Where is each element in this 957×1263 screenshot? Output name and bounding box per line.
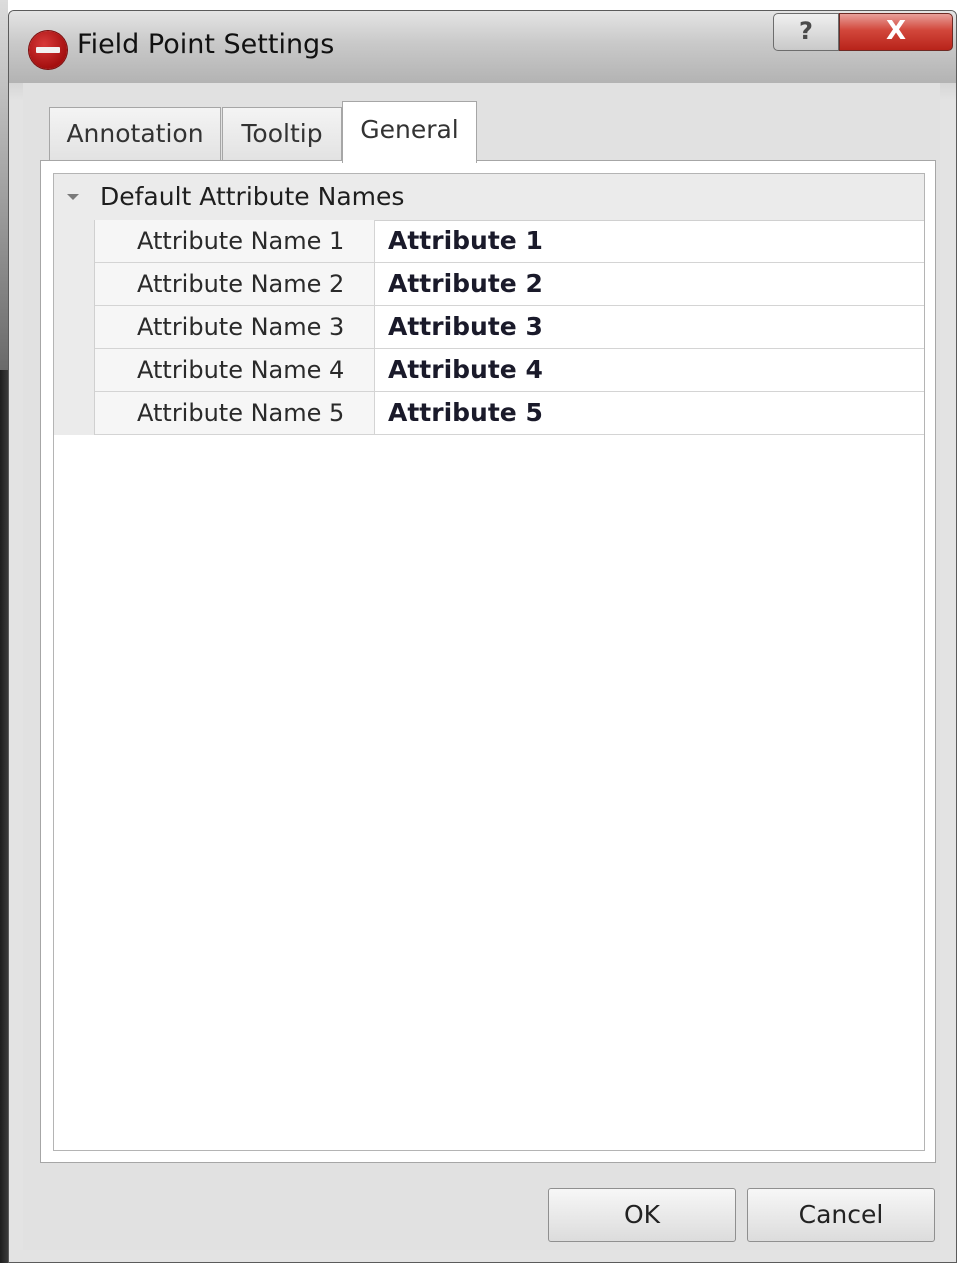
cancel-button[interactable]: Cancel — [747, 1188, 935, 1242]
close-icon: X — [885, 16, 907, 46]
property-value[interactable]: Attribute 4 — [376, 349, 924, 391]
window-frame-edge — [0, 0, 8, 370]
title-bar[interactable]: Field Point Settings ? X — [9, 11, 956, 83]
property-grid: Default Attribute Names Attribute Name 1… — [53, 173, 925, 1151]
help-button[interactable]: ? — [773, 13, 839, 51]
property-row[interactable]: Attribute Name 5 Attribute 5 — [95, 392, 924, 435]
grid-indent-column — [54, 220, 95, 435]
category-label: Default Attribute Names — [100, 182, 405, 211]
property-value[interactable]: Attribute 3 — [376, 306, 924, 348]
field-point-settings-dialog: Field Point Settings ? X Annotation Tool… — [8, 10, 957, 1263]
hilti-logo-icon — [29, 31, 67, 69]
tab-annotation[interactable]: Annotation — [49, 107, 221, 161]
category-row[interactable]: Default Attribute Names — [54, 174, 924, 221]
ok-button[interactable]: OK — [548, 1188, 736, 1242]
property-name: Attribute Name 4 — [95, 349, 375, 391]
window-frame-edge — [0, 370, 8, 1263]
property-name: Attribute Name 5 — [95, 392, 375, 434]
dialog-body: Annotation Tooltip General Default Attri… — [23, 83, 940, 1250]
tab-panel-general: Default Attribute Names Attribute Name 1… — [40, 160, 936, 1163]
window-title: Field Point Settings — [77, 29, 335, 60]
property-name: Attribute Name 2 — [95, 263, 375, 305]
tab-tooltip[interactable]: Tooltip — [222, 107, 342, 161]
help-icon: ? — [799, 17, 813, 45]
property-row[interactable]: Attribute Name 4 Attribute 4 — [95, 349, 924, 392]
close-button[interactable]: X — [839, 13, 953, 51]
property-name: Attribute Name 1 — [95, 220, 375, 262]
tab-general[interactable]: General — [342, 101, 477, 163]
property-row[interactable]: Attribute Name 1 Attribute 1 — [95, 220, 924, 263]
property-value[interactable]: Attribute 1 — [376, 220, 924, 262]
property-name: Attribute Name 3 — [95, 306, 375, 348]
property-row[interactable]: Attribute Name 2 Attribute 2 — [95, 263, 924, 306]
property-value[interactable]: Attribute 2 — [376, 263, 924, 305]
property-row[interactable]: Attribute Name 3 Attribute 3 — [95, 306, 924, 349]
property-value[interactable]: Attribute 5 — [376, 392, 924, 434]
collapse-triangle-icon[interactable] — [67, 194, 79, 200]
